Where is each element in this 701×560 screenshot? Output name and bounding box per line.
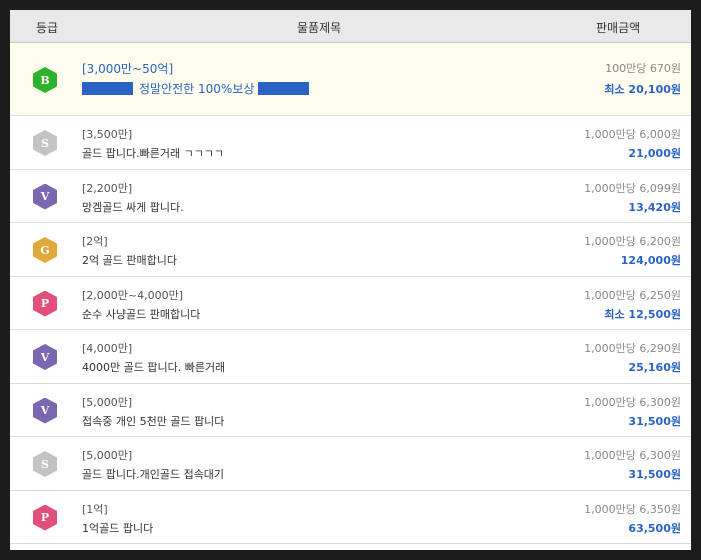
listing-title[interactable]: 망겜골드 싸게 팝니다. <box>82 199 184 215</box>
unit-price: 1,000만당 6,300원 <box>584 395 681 409</box>
header-price: 판매금액 <box>596 21 641 35</box>
grade-badge-icon: P <box>33 290 57 317</box>
unit-price: 100만당 670원 <box>605 62 681 75</box>
total-price: 31,500원 <box>628 468 681 481</box>
listing-tier: [2억] <box>82 235 108 248</box>
total-price: 31,500원 <box>628 414 681 428</box>
listing-tier: [3,000만~50억] <box>82 62 174 76</box>
listing-title[interactable]: 1억골드 팝니다 <box>82 520 153 536</box>
listing-row[interactable]: P [2,000만~4,000만] 순수 사냥골드 판매합니다 1,000만당 … <box>10 277 691 330</box>
listing-row[interactable]: S [5,000만] 골드 팝니다.개인골드 접속대기 1,000만당 6,30… <box>10 437 691 491</box>
listing-tier: [3,500만] <box>82 128 133 141</box>
total-price: 최소 20,100원 <box>604 83 681 96</box>
listing-title[interactable]: 4000만 골드 팝니다. 빠른거래 <box>82 359 225 375</box>
unit-price: 1,000만당 6,250원 <box>584 288 681 302</box>
grade-badge-icon: S <box>33 130 57 156</box>
listing-title[interactable]: 2억 골드 판매합니다 <box>82 252 177 268</box>
listing-tier: [1억] <box>82 502 108 516</box>
total-price: 21,000원 <box>628 147 681 160</box>
grade-badge-icon: V <box>33 344 57 370</box>
header-title: 물품제목 <box>297 21 342 35</box>
total-price: 13,420원 <box>628 200 681 214</box>
total-price: 124,000원 <box>620 254 681 267</box>
listing-title[interactable]: 정말안전한 100%보상 <box>82 80 310 97</box>
unit-price: 1,000만당 6,290원 <box>584 342 681 355</box>
grade-badge-icon: G <box>33 237 57 263</box>
listing-tier: [2,000만~4,000만] <box>82 288 184 302</box>
grade-badge-icon: V <box>33 183 57 210</box>
grade-badge-icon: P <box>33 504 57 531</box>
total-price: 25,160원 <box>628 361 681 374</box>
unit-price: 1,000만당 6,350원 <box>584 502 681 516</box>
unit-price: 1,000만당 6,300원 <box>584 449 681 462</box>
listing-title[interactable]: 골드 팝니다.개인골드 접속대기 <box>82 466 224 482</box>
listing-title[interactable]: 순수 사냥골드 판매합니다 <box>82 306 200 322</box>
grade-badge-icon: V <box>33 397 57 424</box>
listing-row[interactable]: V [5,000만] 접속중 개인 5천만 골드 팝니다 1,000만당 6,3… <box>10 384 691 437</box>
header-grade: 등급 <box>36 21 59 35</box>
total-price: 최소 12,500원 <box>604 307 681 321</box>
table-header: 등급 물품제목 판매금액 <box>10 10 691 43</box>
listing-tier: [5,000만] <box>82 449 133 462</box>
listing-tier: [2,200만] <box>82 181 133 195</box>
listing-row[interactable]: P [1억] 1억골드 팝니다 1,000만당 6,350원 63,500원 <box>10 491 691 544</box>
grade-badge-icon: S <box>33 451 57 477</box>
premium-listing-row[interactable]: B [3,000만~50억] 정말안전한 100%보상 100만당 670원 최… <box>10 43 691 116</box>
grade-badge-icon: B <box>33 67 57 93</box>
unit-price: 1,000만당 6,200원 <box>584 235 681 248</box>
listing-row[interactable]: S [3,500만] 골드 팝니다.빠른거래 ㄱㄱㄱㄱ 1,000만당 6,00… <box>10 116 691 170</box>
highlight-bar-left <box>82 82 133 95</box>
listing-tier: [4,000만] <box>82 342 133 355</box>
unit-price: 1,000만당 6,099원 <box>584 181 681 195</box>
total-price: 63,500원 <box>628 521 681 535</box>
listing-title[interactable]: 접속중 개인 5천만 골드 팝니다 <box>82 413 224 429</box>
listing-table: 등급 물품제목 판매금액 B [3,000만~50억] 정말안전한 100%보상… <box>10 10 691 550</box>
listing-title[interactable]: 골드 팝니다.빠른거래 ㄱㄱㄱㄱ <box>82 145 224 161</box>
listing-row[interactable]: G [2억] 2억 골드 판매합니다 1,000만당 6,200원 124,00… <box>10 223 691 277</box>
listing-tier: [5,000만] <box>82 395 133 409</box>
highlight-bar-right <box>258 82 310 95</box>
listing-row[interactable]: V [2,200만] 망겜골드 싸게 팝니다. 1,000만당 6,099원 1… <box>10 170 691 223</box>
listing-title-text: 정말안전한 100%보상 <box>139 82 255 96</box>
unit-price: 1,000만당 6,000원 <box>584 128 681 141</box>
listing-row[interactable]: V [4,000만] 4000만 골드 팝니다. 빠른거래 1,000만당 6,… <box>10 330 691 384</box>
